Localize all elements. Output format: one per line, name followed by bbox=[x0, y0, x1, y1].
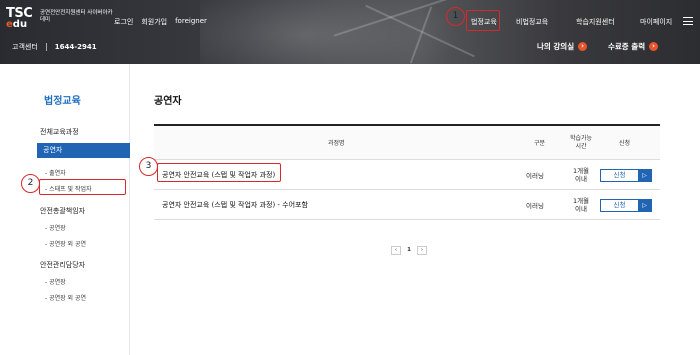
annotation-marker-3: 3 bbox=[139, 157, 158, 176]
nav-nonlegal-education[interactable]: 비법정교육 bbox=[516, 17, 548, 27]
annotation-box-1 bbox=[466, 10, 500, 31]
my-classroom-button[interactable]: 나의 강의실 › bbox=[537, 41, 588, 52]
signup-link[interactable]: 회원가입 bbox=[141, 17, 167, 27]
divider bbox=[45, 43, 47, 51]
page-1[interactable]: 1 bbox=[404, 246, 414, 255]
nav-mypage[interactable]: 마이페이지 bbox=[640, 17, 672, 27]
sidebar-item-safety-manager[interactable]: 안전관리담당자 bbox=[40, 260, 85, 270]
course-period: 1개월 이내 bbox=[572, 166, 590, 183]
annotation-marker-1: 1 bbox=[446, 7, 465, 26]
menu-icon[interactable] bbox=[683, 17, 693, 25]
course-title[interactable]: 공연자 안전교육 (스탭 및 작업자 과정) - 수어포함 bbox=[162, 190, 308, 219]
prev-page-button[interactable]: ‹ bbox=[391, 246, 401, 255]
course-period: 1개월 이내 bbox=[572, 196, 590, 213]
logo-subtitle: 공연전안전지원센터 사이버아카데미 bbox=[40, 10, 113, 23]
callcenter-label: 고객센터 bbox=[12, 43, 38, 51]
foreigner-link[interactable]: foreigner bbox=[175, 17, 207, 27]
sidebar-item-all-courses[interactable]: 전체교육과정 bbox=[40, 127, 79, 137]
table-header: 과정명 구분 학습가능 시간 신청 bbox=[154, 126, 660, 160]
certificate-print-label: 수료증 출력 bbox=[608, 42, 646, 51]
apply-label: 신청 bbox=[601, 200, 638, 211]
sidebar-sub-outside-venue-2[interactable]: - 공연장 외 공연 bbox=[45, 293, 86, 302]
sidebar-sub-outside-venue[interactable]: - 공연장 외 공연 bbox=[45, 239, 86, 248]
apply-label: 신청 bbox=[601, 170, 638, 181]
sidebar: 법정교육 전체교육과정 공연자 - 출연자 - 스태프 및 작업자 안전총괄책임… bbox=[0, 64, 130, 355]
sidebar-sub-venue-2[interactable]: - 공연장 bbox=[45, 277, 66, 286]
sidebar-title: 법정교육 bbox=[44, 96, 81, 107]
annotation-box-3 bbox=[157, 163, 281, 182]
apply-button[interactable]: 신청 ▷ bbox=[600, 169, 652, 182]
sidebar-sub-cast[interactable]: - 출연자 bbox=[45, 168, 66, 177]
annotation-box-2 bbox=[39, 179, 126, 195]
col-period: 학습가능 시간 bbox=[569, 134, 593, 150]
callcenter-phone: 1644-2941 bbox=[54, 43, 97, 51]
apply-button[interactable]: 신청 ▷ bbox=[600, 199, 652, 212]
logo-edu: edu bbox=[6, 19, 28, 30]
login-link[interactable]: 로그인 bbox=[114, 17, 133, 27]
nav-learning-support[interactable]: 학습지원센터 bbox=[576, 17, 615, 27]
play-icon: ▷ bbox=[638, 170, 651, 181]
certificate-print-button[interactable]: 수료증 출력 › bbox=[608, 41, 659, 52]
next-page-button[interactable]: › bbox=[417, 246, 427, 255]
col-apply: 신청 bbox=[619, 140, 631, 147]
sidebar-item-performer[interactable]: 공연자 bbox=[37, 143, 130, 158]
course-kind: 이러닝 bbox=[526, 171, 544, 180]
my-classroom-label: 나의 강의실 bbox=[537, 42, 575, 51]
sidebar-item-safety-chief[interactable]: 안전총괄책임자 bbox=[40, 206, 85, 216]
page-title: 공연자 bbox=[154, 96, 182, 107]
annotation-marker-2: 2 bbox=[21, 174, 40, 193]
callcenter: 고객센터 1644-2941 bbox=[12, 42, 97, 52]
arrow-right-icon: › bbox=[649, 42, 659, 51]
col-course: 과정명 bbox=[328, 140, 345, 147]
site-header: TSC edu 공연전안전지원센터 사이버아카데미 로그인 회원가입 forei… bbox=[0, 0, 700, 64]
util-links: 로그인 회원가입 foreigner bbox=[114, 17, 207, 27]
arrow-right-icon: › bbox=[578, 42, 588, 51]
sidebar-sub-venue[interactable]: - 공연장 bbox=[45, 223, 66, 232]
site-logo[interactable]: TSC edu 공연전안전지원센터 사이버아카데미 bbox=[6, 7, 113, 30]
pagination: ‹ 1 › bbox=[391, 246, 427, 255]
play-icon: ▷ bbox=[638, 200, 651, 211]
table-row: 공연자 안전교육 (스탭 및 작업자 과정) - 수어포함 이러닝 1개월 이내 … bbox=[154, 190, 660, 220]
col-kind: 구분 bbox=[534, 140, 546, 147]
course-kind: 이러닝 bbox=[526, 201, 544, 210]
